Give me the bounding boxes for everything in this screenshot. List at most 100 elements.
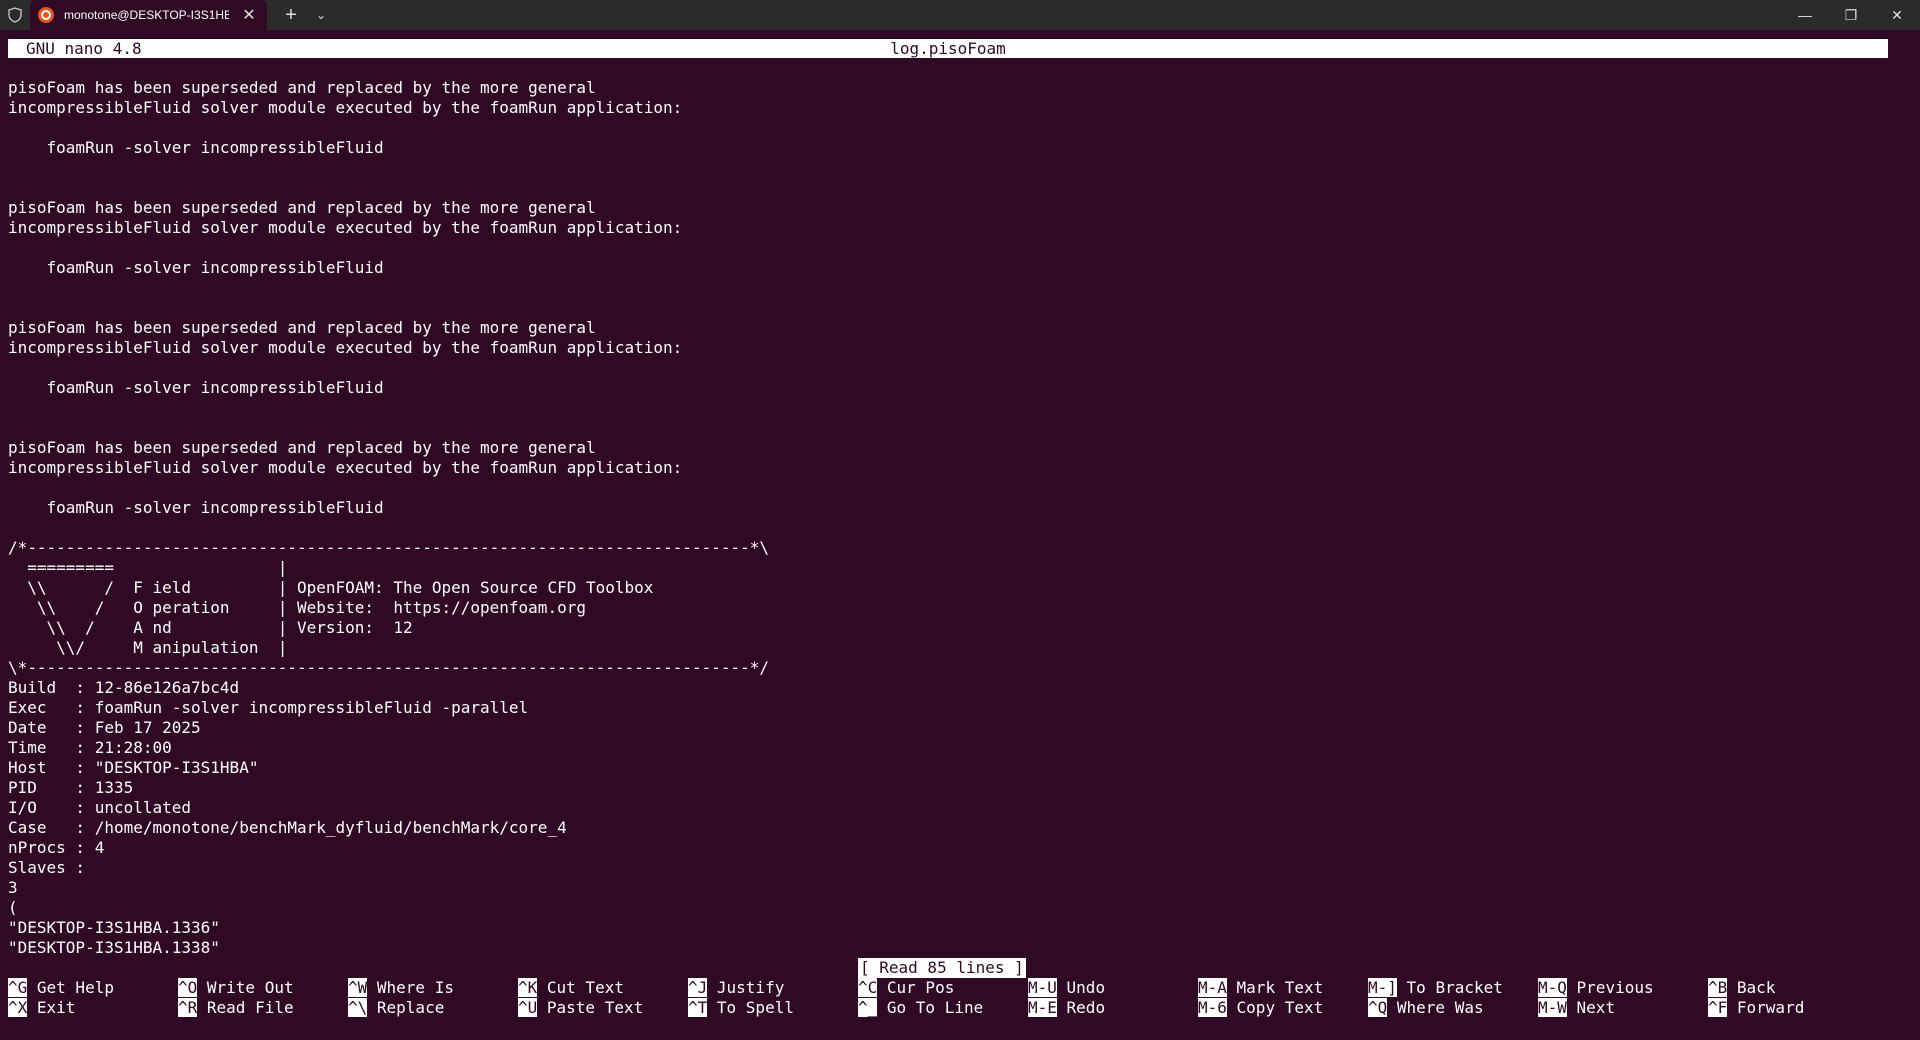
- shortcut-replace[interactable]: ^\ Replace: [348, 998, 444, 1018]
- editor-line: foamRun -solver incompressibleFluid: [8, 498, 384, 517]
- maximize-button[interactable]: ❐: [1828, 0, 1874, 30]
- shortcut-go-to-line[interactable]: ^_ Go To Line: [858, 998, 983, 1018]
- editor-line: I/O : uncollated: [8, 798, 192, 817]
- shortcut-label: Back: [1727, 978, 1776, 997]
- shortcut-key: M-]: [1368, 978, 1397, 997]
- shield-icon[interactable]: [0, 0, 30, 30]
- editor-line: Build : 12-86e126a7bc4d: [8, 678, 240, 697]
- editor-line: 3: [8, 878, 18, 897]
- shortcut-label: Next: [1566, 998, 1616, 1017]
- shortcut-undo[interactable]: M-U Undo: [1028, 978, 1105, 998]
- shortcut-copy-text[interactable]: M-6 Copy Text: [1198, 998, 1323, 1018]
- shortcut-label: Read File: [197, 998, 294, 1017]
- editor-line: \*--------------------------------------…: [8, 658, 769, 677]
- shortcut-to-spell[interactable]: ^T To Spell: [688, 998, 794, 1018]
- editor-line: foamRun -solver incompressibleFluid: [8, 258, 384, 277]
- shortcut-back[interactable]: ^B Back: [1708, 978, 1775, 998]
- editor-line: Host : "DESKTOP-I3S1HBA": [8, 758, 259, 777]
- shortcut-key: ^J: [688, 978, 708, 997]
- editor-line: pisoFoam has been superseded and replace…: [8, 438, 596, 457]
- editor-line: foamRun -solver incompressibleFluid: [8, 138, 384, 157]
- shortcut-key: M-U: [1028, 978, 1057, 997]
- shortcut-key: ^W: [348, 978, 368, 997]
- editor-line: incompressibleFluid solver module execut…: [8, 458, 683, 477]
- shortcut-paste-text[interactable]: ^U Paste Text: [518, 998, 643, 1018]
- shortcut-read-file[interactable]: ^R Read File: [178, 998, 294, 1018]
- shortcut-label: Copy Text: [1226, 998, 1324, 1017]
- shortcut-key: ^T: [688, 998, 708, 1017]
- nano-header: log.pisoFoam GNU nano 4.8: [8, 39, 1888, 58]
- editor-line: pisoFoam has been superseded and replace…: [8, 318, 596, 337]
- shortcut-cut-text[interactable]: ^K Cut Text: [518, 978, 624, 998]
- editor-line: pisoFoam has been superseded and replace…: [8, 198, 596, 217]
- shortcut-label: Where Is: [367, 978, 454, 997]
- shortcut-get-help[interactable]: ^G Get Help: [8, 978, 114, 998]
- editor-line: /*--------------------------------------…: [8, 538, 769, 557]
- shortcut-key: ^K: [518, 978, 538, 997]
- shortcut-label: Write Out: [197, 978, 294, 997]
- editor-line: Exec : foamRun -solver incompressibleFlu…: [8, 698, 529, 717]
- editor-line: nProcs : 4: [8, 838, 105, 857]
- shortcut-label: To Spell: [707, 998, 794, 1017]
- shortcut-label: Where Was: [1387, 998, 1484, 1017]
- editor-line: \\/ M anipulation |: [8, 638, 288, 657]
- shortcut-where-was[interactable]: ^Q Where Was: [1368, 998, 1484, 1018]
- terminal-tab[interactable]: monotone@DESKTOP-I3S1HBA: ~ ✕: [30, 0, 267, 30]
- shortcut-forward[interactable]: ^F Forward: [1708, 998, 1804, 1018]
- ubuntu-icon: [38, 7, 54, 23]
- shortcut-key: ^\: [348, 998, 368, 1017]
- window-controls: — ❐ ✕: [1782, 0, 1920, 30]
- file-name: log.pisoFoam: [890, 39, 1006, 58]
- close-tab-icon[interactable]: ✕: [239, 5, 259, 25]
- shortcut-redo[interactable]: M-E Redo: [1028, 998, 1105, 1018]
- shortcut-key: ^_: [858, 998, 878, 1017]
- editor-line: incompressibleFluid solver module execut…: [8, 218, 683, 237]
- new-tab-button[interactable]: +: [271, 4, 311, 27]
- status-message: [ Read 85 lines ]: [858, 958, 1026, 978]
- editor-line: Time : 21:28:00: [8, 738, 172, 757]
- shortcut-write-out[interactable]: ^O Write Out: [178, 978, 294, 998]
- minimize-button[interactable]: —: [1782, 0, 1828, 30]
- editor-line: pisoFoam has been superseded and replace…: [8, 78, 596, 97]
- shortcut-key: ^R: [178, 998, 198, 1017]
- shortcut-exit[interactable]: ^X Exit: [8, 998, 75, 1018]
- close-window-button[interactable]: ✕: [1874, 0, 1920, 30]
- shortcut-label: Replace: [367, 998, 445, 1017]
- shortcut-mark-text[interactable]: M-A Mark Text: [1198, 978, 1323, 998]
- editor-line: ========= |: [8, 558, 288, 577]
- shortcut-key: ^U: [518, 998, 538, 1017]
- shortcut-key: ^Q: [1368, 998, 1388, 1017]
- shortcut-bar: ^G Get Help ^O Write Out ^W Where Is ^K Cut…: [8, 978, 1908, 1018]
- shortcut-label: Go To Line: [877, 998, 984, 1017]
- shortcut-key: ^O: [178, 978, 198, 997]
- shortcut-previous[interactable]: M-Q Previous: [1538, 978, 1654, 998]
- editor-line: Date : Feb 17 2025: [8, 718, 201, 737]
- shortcut-label: Forward: [1727, 998, 1805, 1017]
- shortcut-label: Exit: [27, 998, 76, 1017]
- editor-line: (: [8, 898, 18, 917]
- shortcut-label: Get Help: [27, 978, 114, 997]
- shortcut-label: Mark Text: [1226, 978, 1324, 997]
- shortcut-justify[interactable]: ^J Justify: [688, 978, 784, 998]
- chevron-down-icon[interactable]: ⌄: [311, 8, 331, 22]
- shortcut-key: M-W: [1538, 998, 1567, 1017]
- nano-version: GNU nano 4.8: [26, 39, 142, 58]
- shortcut-cur-pos[interactable]: ^C Cur Pos: [858, 978, 954, 998]
- editor-line: "DESKTOP-I3S1HBA.1338": [8, 938, 220, 957]
- editor-line: incompressibleFluid solver module execut…: [8, 98, 683, 117]
- shortcut-to-bracket[interactable]: M-] To Bracket: [1368, 978, 1503, 998]
- tab-title: monotone@DESKTOP-I3S1HBA: ~: [64, 8, 229, 22]
- shortcut-key: M-6: [1198, 998, 1227, 1017]
- shortcut-where-is[interactable]: ^W Where Is: [348, 978, 454, 998]
- shortcut-next[interactable]: M-W Next: [1538, 998, 1615, 1018]
- shortcut-label: Undo: [1056, 978, 1106, 997]
- shortcut-label: Paste Text: [537, 998, 644, 1017]
- editor-content[interactable]: pisoFoam has been superseded and replace…: [8, 78, 1888, 958]
- shortcut-label: Cur Pos: [877, 978, 955, 997]
